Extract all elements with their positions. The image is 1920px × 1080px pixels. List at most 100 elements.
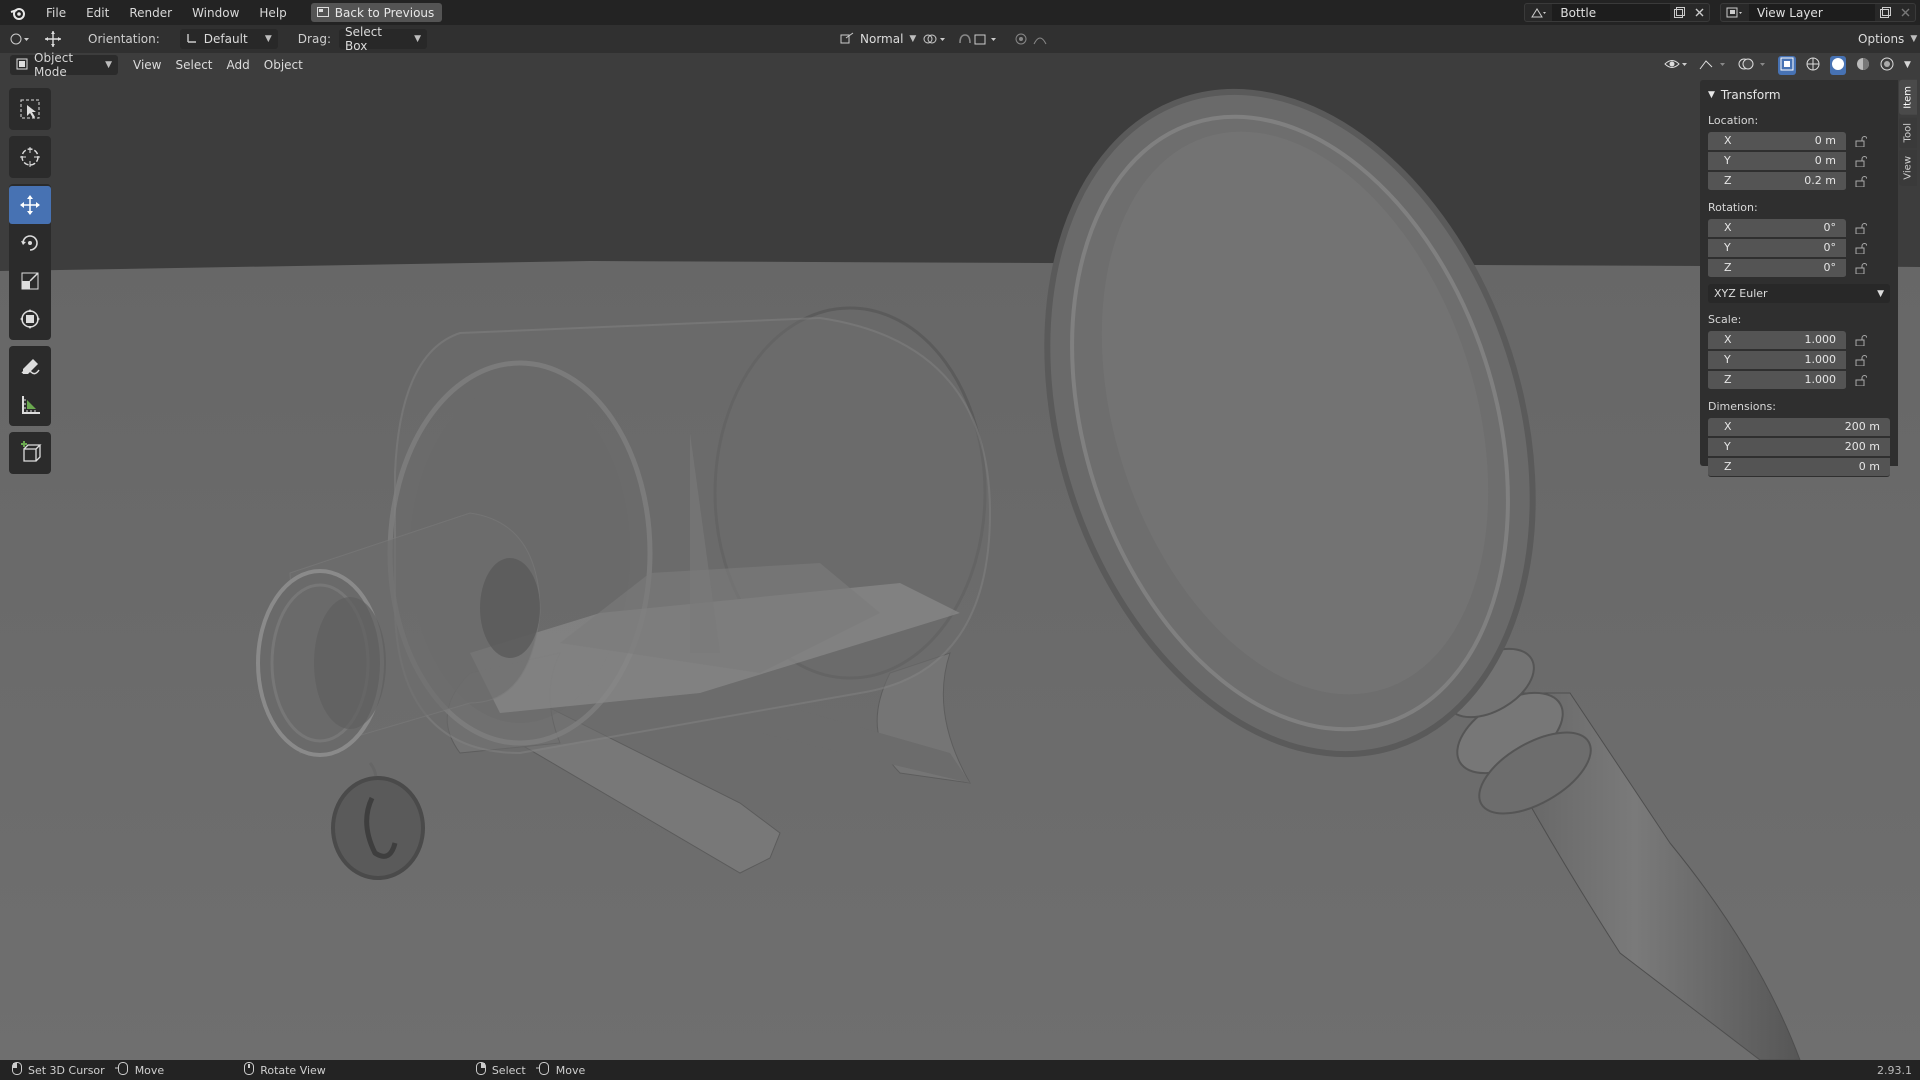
- close-scene-icon[interactable]: [1689, 3, 1709, 22]
- view-layer-icon[interactable]: [1721, 3, 1749, 22]
- scale-x-field[interactable]: X 1.000: [1708, 330, 1846, 350]
- dimensions-label: Dimensions:: [1708, 400, 1776, 413]
- status-rotate-view: Rotate View: [244, 1062, 326, 1078]
- vp-menu-add[interactable]: Add: [220, 58, 257, 72]
- menu-file[interactable]: File: [36, 6, 76, 20]
- chevron-down-icon: ▼: [1910, 34, 1918, 44]
- wireframe-shading-icon[interactable]: [1806, 57, 1820, 74]
- transform-orientation-dropdown[interactable]: Normal ▼: [834, 29, 917, 49]
- lock-icon[interactable]: [1846, 354, 1876, 366]
- vp-menu-view[interactable]: View: [126, 58, 168, 72]
- mouse-drag-icon: [535, 1062, 550, 1078]
- scene-icon[interactable]: [1525, 3, 1552, 22]
- rotation-z-field[interactable]: Z 0°: [1708, 258, 1846, 278]
- xray-toggle-icon[interactable]: [1778, 55, 1796, 75]
- lock-icon[interactable]: [1846, 242, 1876, 254]
- proportional-editing-icon[interactable]: [1014, 32, 1060, 46]
- viewport-display-controls: ▼: [1664, 55, 1911, 75]
- menu-edit[interactable]: Edit: [76, 6, 119, 20]
- snap-icon[interactable]: [958, 32, 1004, 46]
- pivot-point-icon[interactable]: [922, 32, 952, 46]
- tab-item[interactable]: Item: [1899, 80, 1917, 115]
- view-layer-selector[interactable]: View Layer: [1720, 3, 1916, 22]
- chevron-down-icon: ▼: [1877, 288, 1884, 299]
- lock-icon[interactable]: [1846, 135, 1876, 147]
- transform-panel-header[interactable]: ▼ Transform: [1708, 86, 1890, 104]
- add-cube-tool-icon[interactable]: [9, 434, 51, 472]
- version-label: 2.93.1: [1877, 1063, 1912, 1077]
- move-tool-icon[interactable]: [9, 186, 51, 224]
- dimensions-z-field[interactable]: Z0 m: [1708, 457, 1890, 477]
- screen-icon: [316, 6, 329, 20]
- chevron-down-icon: ▼: [264, 34, 272, 44]
- drag-dropdown[interactable]: Select Box ▼: [338, 25, 427, 53]
- lock-icon[interactable]: [1846, 175, 1876, 187]
- dimensions-x-field[interactable]: X 200 m: [1708, 417, 1890, 437]
- status-move: Move: [114, 1062, 164, 1078]
- mouse-left-icon: [12, 1062, 22, 1078]
- rotation-label: Rotation:: [1708, 201, 1758, 214]
- lock-icon[interactable]: [1846, 222, 1876, 234]
- scale-z-field[interactable]: Z 1.000: [1708, 370, 1846, 390]
- shading-options-chevron-icon[interactable]: ▼: [1904, 60, 1911, 70]
- back-to-previous-button[interactable]: Back to Previous: [310, 3, 443, 22]
- mouse-middle-icon: [244, 1062, 255, 1078]
- object-mode-dropdown[interactable]: Object Mode ▼: [10, 51, 118, 79]
- options-dropdown[interactable]: Options ▼: [1852, 29, 1918, 49]
- measure-tool-icon[interactable]: [9, 386, 51, 424]
- orientation-dropdown[interactable]: Default ▼: [179, 29, 278, 49]
- vp-menu-object[interactable]: Object: [257, 58, 310, 72]
- lock-icon[interactable]: [1846, 262, 1876, 274]
- status-move-2: Move: [535, 1062, 585, 1078]
- sidebar-properties-panel: ▼ Transform Location: X0 m Y0 m Z 0.2 m R…: [1700, 80, 1898, 477]
- rotate-tool-icon[interactable]: [9, 224, 51, 262]
- rendered-shading-icon[interactable]: [1880, 57, 1894, 74]
- menu-help[interactable]: Help: [249, 6, 296, 20]
- status-set-cursor: Set 3D Cursor: [12, 1062, 105, 1078]
- overlays-icon[interactable]: [1738, 57, 1768, 74]
- select-box-tool-icon[interactable]: [9, 90, 51, 128]
- location-x-field[interactable]: X0 m: [1708, 131, 1846, 151]
- 3d-viewport[interactable]: [0, 53, 1920, 1060]
- blender-logo-icon[interactable]: [0, 0, 36, 25]
- cursor-tool-icon[interactable]: [9, 138, 51, 176]
- tab-view[interactable]: View: [1899, 150, 1917, 186]
- view-layer-name-field[interactable]: View Layer: [1749, 4, 1875, 21]
- location-label: Location:: [1708, 114, 1759, 127]
- close-view-layer-icon[interactable]: [1895, 3, 1915, 22]
- copy-scene-icon[interactable]: [1670, 3, 1690, 22]
- chevron-down-icon: ▼: [105, 60, 112, 70]
- rotation-y-field[interactable]: Y 0°: [1708, 238, 1846, 258]
- scene-selector[interactable]: Bottle: [1524, 3, 1710, 22]
- mouse-right-icon: [475, 1062, 486, 1078]
- transform-tool-icon[interactable]: [9, 300, 51, 338]
- rotation-mode-dropdown[interactable]: XYZ Euler ▼: [1708, 284, 1890, 303]
- visibility-eye-icon[interactable]: [1664, 57, 1688, 74]
- scale-label: Scale:: [1708, 313, 1742, 326]
- location-y-field[interactable]: Y0 m: [1708, 151, 1846, 171]
- menu-render[interactable]: Render: [119, 6, 182, 20]
- material-shading-icon[interactable]: [1856, 57, 1870, 74]
- annotate-tool-icon[interactable]: [9, 348, 51, 386]
- scale-y-field[interactable]: Y 1.000: [1708, 350, 1846, 370]
- scene-name-field[interactable]: Bottle: [1552, 4, 1670, 21]
- lock-icon[interactable]: [1846, 334, 1876, 346]
- chevron-down-icon: ▼: [909, 34, 917, 44]
- lock-icon[interactable]: [1846, 155, 1876, 167]
- copy-view-layer-icon[interactable]: [1875, 3, 1895, 22]
- editor-type-icon[interactable]: [0, 32, 40, 46]
- location-z-field[interactable]: Z 0.2 m: [1708, 171, 1846, 191]
- dimensions-y-field[interactable]: Y 200 m: [1708, 437, 1890, 457]
- vp-menu-select[interactable]: Select: [168, 58, 219, 72]
- solid-shading-icon[interactable]: [1830, 55, 1846, 75]
- scale-tool-icon[interactable]: [9, 262, 51, 300]
- rotation-x-field[interactable]: X 0°: [1708, 218, 1846, 238]
- move-tool-settings-icon[interactable]: [40, 30, 66, 48]
- collapse-arrow-icon: ▼: [1708, 90, 1715, 100]
- tab-tool[interactable]: Tool: [1899, 116, 1917, 149]
- menu-window[interactable]: Window: [182, 6, 249, 20]
- lock-icon[interactable]: [1846, 374, 1876, 386]
- mouse-drag-icon: [114, 1062, 129, 1078]
- gizmo-icon[interactable]: [1698, 57, 1728, 74]
- normal-orientation-icon: [840, 32, 854, 47]
